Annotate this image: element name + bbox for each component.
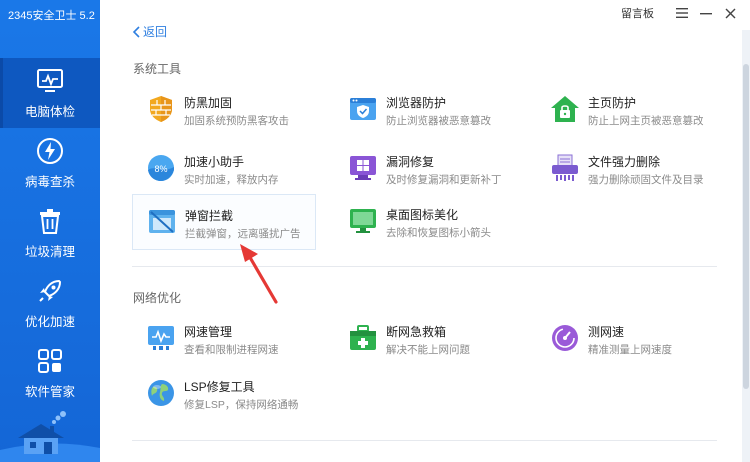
tool-file-shredder[interactable]: 文件强力删除 强力删除顽固文件及目录 — [536, 143, 720, 195]
sidebar-item-label: 病毒查杀 — [24, 174, 75, 189]
minimize-icon — [700, 13, 712, 15]
tool-name: 主页防护 — [588, 96, 637, 110]
tool-name: LSP修复工具 — [184, 380, 255, 394]
tool-name: 断网急救箱 — [386, 325, 447, 339]
tool-name: 防黑加固 — [184, 96, 233, 110]
scrollbar-track[interactable] — [742, 30, 750, 462]
chevron-left-icon — [132, 25, 140, 38]
browser-shield-icon — [350, 98, 376, 120]
tool-name: 浏览器防护 — [386, 96, 447, 110]
tool-desktop-icon-beautify[interactable]: 桌面图标美化 去除和恢复图标小箭头 — [334, 196, 518, 248]
network-monitor-icon — [148, 326, 174, 350]
section-title-network-optimize: 网络优化 — [133, 291, 182, 305]
sidebar-item-label: 优化加速 — [24, 314, 75, 329]
scrollbar-thumb[interactable] — [743, 64, 749, 389]
shield-wall-icon — [150, 96, 172, 122]
close-icon — [725, 8, 735, 18]
menu-button[interactable] — [670, 3, 694, 23]
tool-speed-assistant[interactable]: 8% 加速小助手 实时加速，释放内存 — [132, 143, 316, 195]
speedometer-icon — [552, 325, 578, 351]
tool-desc: 实时加速，释放内存 — [184, 174, 279, 186]
app-window: 2345安全卫士 5.2 电脑体检 病毒查杀 垃圾清理 优化加速 软件管家 留言… — [0, 0, 750, 462]
tool-name: 加速小助手 — [184, 155, 245, 169]
popup-block-icon — [149, 210, 175, 233]
window-controls: 留言板 — [621, 3, 742, 23]
svg-text:8%: 8% — [154, 164, 167, 174]
house-illustration — [0, 411, 100, 462]
app-title: 2345安全卫士 5.2 — [8, 10, 95, 22]
section-divider — [132, 440, 717, 441]
tool-network-first-aid[interactable]: 断网急救箱 解决不能上网问题 — [334, 313, 518, 365]
close-button[interactable] — [718, 3, 742, 23]
sidebar: 2345安全卫士 5.2 电脑体检 病毒查杀 垃圾清理 优化加速 软件管家 — [0, 0, 100, 462]
tool-name: 漏洞修复 — [386, 155, 435, 169]
tool-anti-hack[interactable]: 防黑加固 加固系统预防黑客攻击 — [132, 84, 316, 136]
lightning-icon — [36, 137, 64, 165]
tool-desc: 强力删除顽固文件及目录 — [588, 174, 704, 186]
monitor-icon — [36, 67, 64, 95]
sidebar-item-label: 电脑体检 — [24, 104, 75, 119]
tool-desc: 精准测量上网速度 — [588, 344, 672, 356]
globe-icon — [148, 380, 174, 406]
tool-name: 桌面图标美化 — [386, 208, 459, 222]
tool-desc: 解决不能上网问题 — [386, 344, 470, 356]
sidebar-item-label: 软件管家 — [24, 384, 75, 399]
tool-desc: 修复LSP，保持网络通畅 — [184, 399, 299, 411]
tool-vulnerability-repair[interactable]: 漏洞修复 及时修复漏洞和更新补丁 — [334, 143, 518, 195]
shredder-icon — [552, 154, 578, 181]
tool-homepage-protection[interactable]: 主页防护 防止上网主页被恶意篡改 — [536, 84, 720, 136]
tool-lsp-repair[interactable]: LSP修复工具 修复LSP，保持网络通畅 — [132, 368, 316, 420]
back-link[interactable]: 返回 — [132, 23, 167, 40]
speed-ball-icon: 8% — [148, 155, 174, 181]
tool-popup-blocker[interactable]: 弹窗拦截 拦截弹窗，远离骚扰广告 — [132, 194, 316, 250]
tool-name: 文件强力删除 — [588, 155, 661, 169]
apps-icon — [36, 347, 64, 375]
message-board-link[interactable]: 留言板 — [621, 5, 654, 21]
trash-icon — [36, 207, 64, 235]
home-lock-icon — [551, 96, 579, 122]
rocket-icon — [36, 277, 64, 305]
windows-patch-icon — [350, 156, 376, 180]
tool-desc: 加固系统预防黑客攻击 — [184, 115, 289, 127]
tool-browser-protection[interactable]: 浏览器防护 防止浏览器被恶意篡改 — [334, 84, 518, 136]
sidebar-item-software-manager[interactable]: 软件管家 — [0, 338, 100, 408]
sidebar-item-virus-scan[interactable]: 病毒查杀 — [0, 128, 100, 198]
tool-desc: 查看和限制进程网速 — [184, 344, 279, 356]
first-aid-icon — [350, 325, 376, 350]
tool-name: 弹窗拦截 — [185, 209, 234, 223]
back-label: 返回 — [143, 25, 168, 39]
tool-desc: 及时修复漏洞和更新补丁 — [386, 174, 502, 186]
tool-net-speed-manager[interactable]: 网速管理 查看和限制进程网速 — [132, 313, 316, 365]
tool-name: 测网速 — [588, 325, 625, 339]
tool-desc: 防止浏览器被恶意篡改 — [386, 115, 491, 127]
annotation-arrow-icon — [240, 244, 278, 304]
tool-desc: 拦截弹窗，远离骚扰广告 — [185, 228, 301, 240]
menu-icon — [676, 8, 688, 18]
tool-desc: 防止上网主页被恶意篡改 — [588, 115, 704, 127]
tool-desc: 去除和恢复图标小箭头 — [386, 227, 491, 239]
sidebar-item-junk-clean[interactable]: 垃圾清理 — [0, 198, 100, 268]
minimize-button[interactable] — [694, 3, 718, 23]
section-title-system-tools: 系统工具 — [133, 62, 182, 76]
section-divider — [132, 266, 717, 267]
sidebar-item-optimize[interactable]: 优化加速 — [0, 268, 100, 338]
tool-speed-test[interactable]: 测网速 精准测量上网速度 — [536, 313, 720, 365]
sidebar-item-label: 垃圾清理 — [24, 244, 75, 259]
sidebar-item-pc-checkup[interactable]: 电脑体检 — [0, 58, 100, 128]
desktop-icon — [350, 209, 376, 233]
tool-name: 网速管理 — [184, 325, 233, 339]
